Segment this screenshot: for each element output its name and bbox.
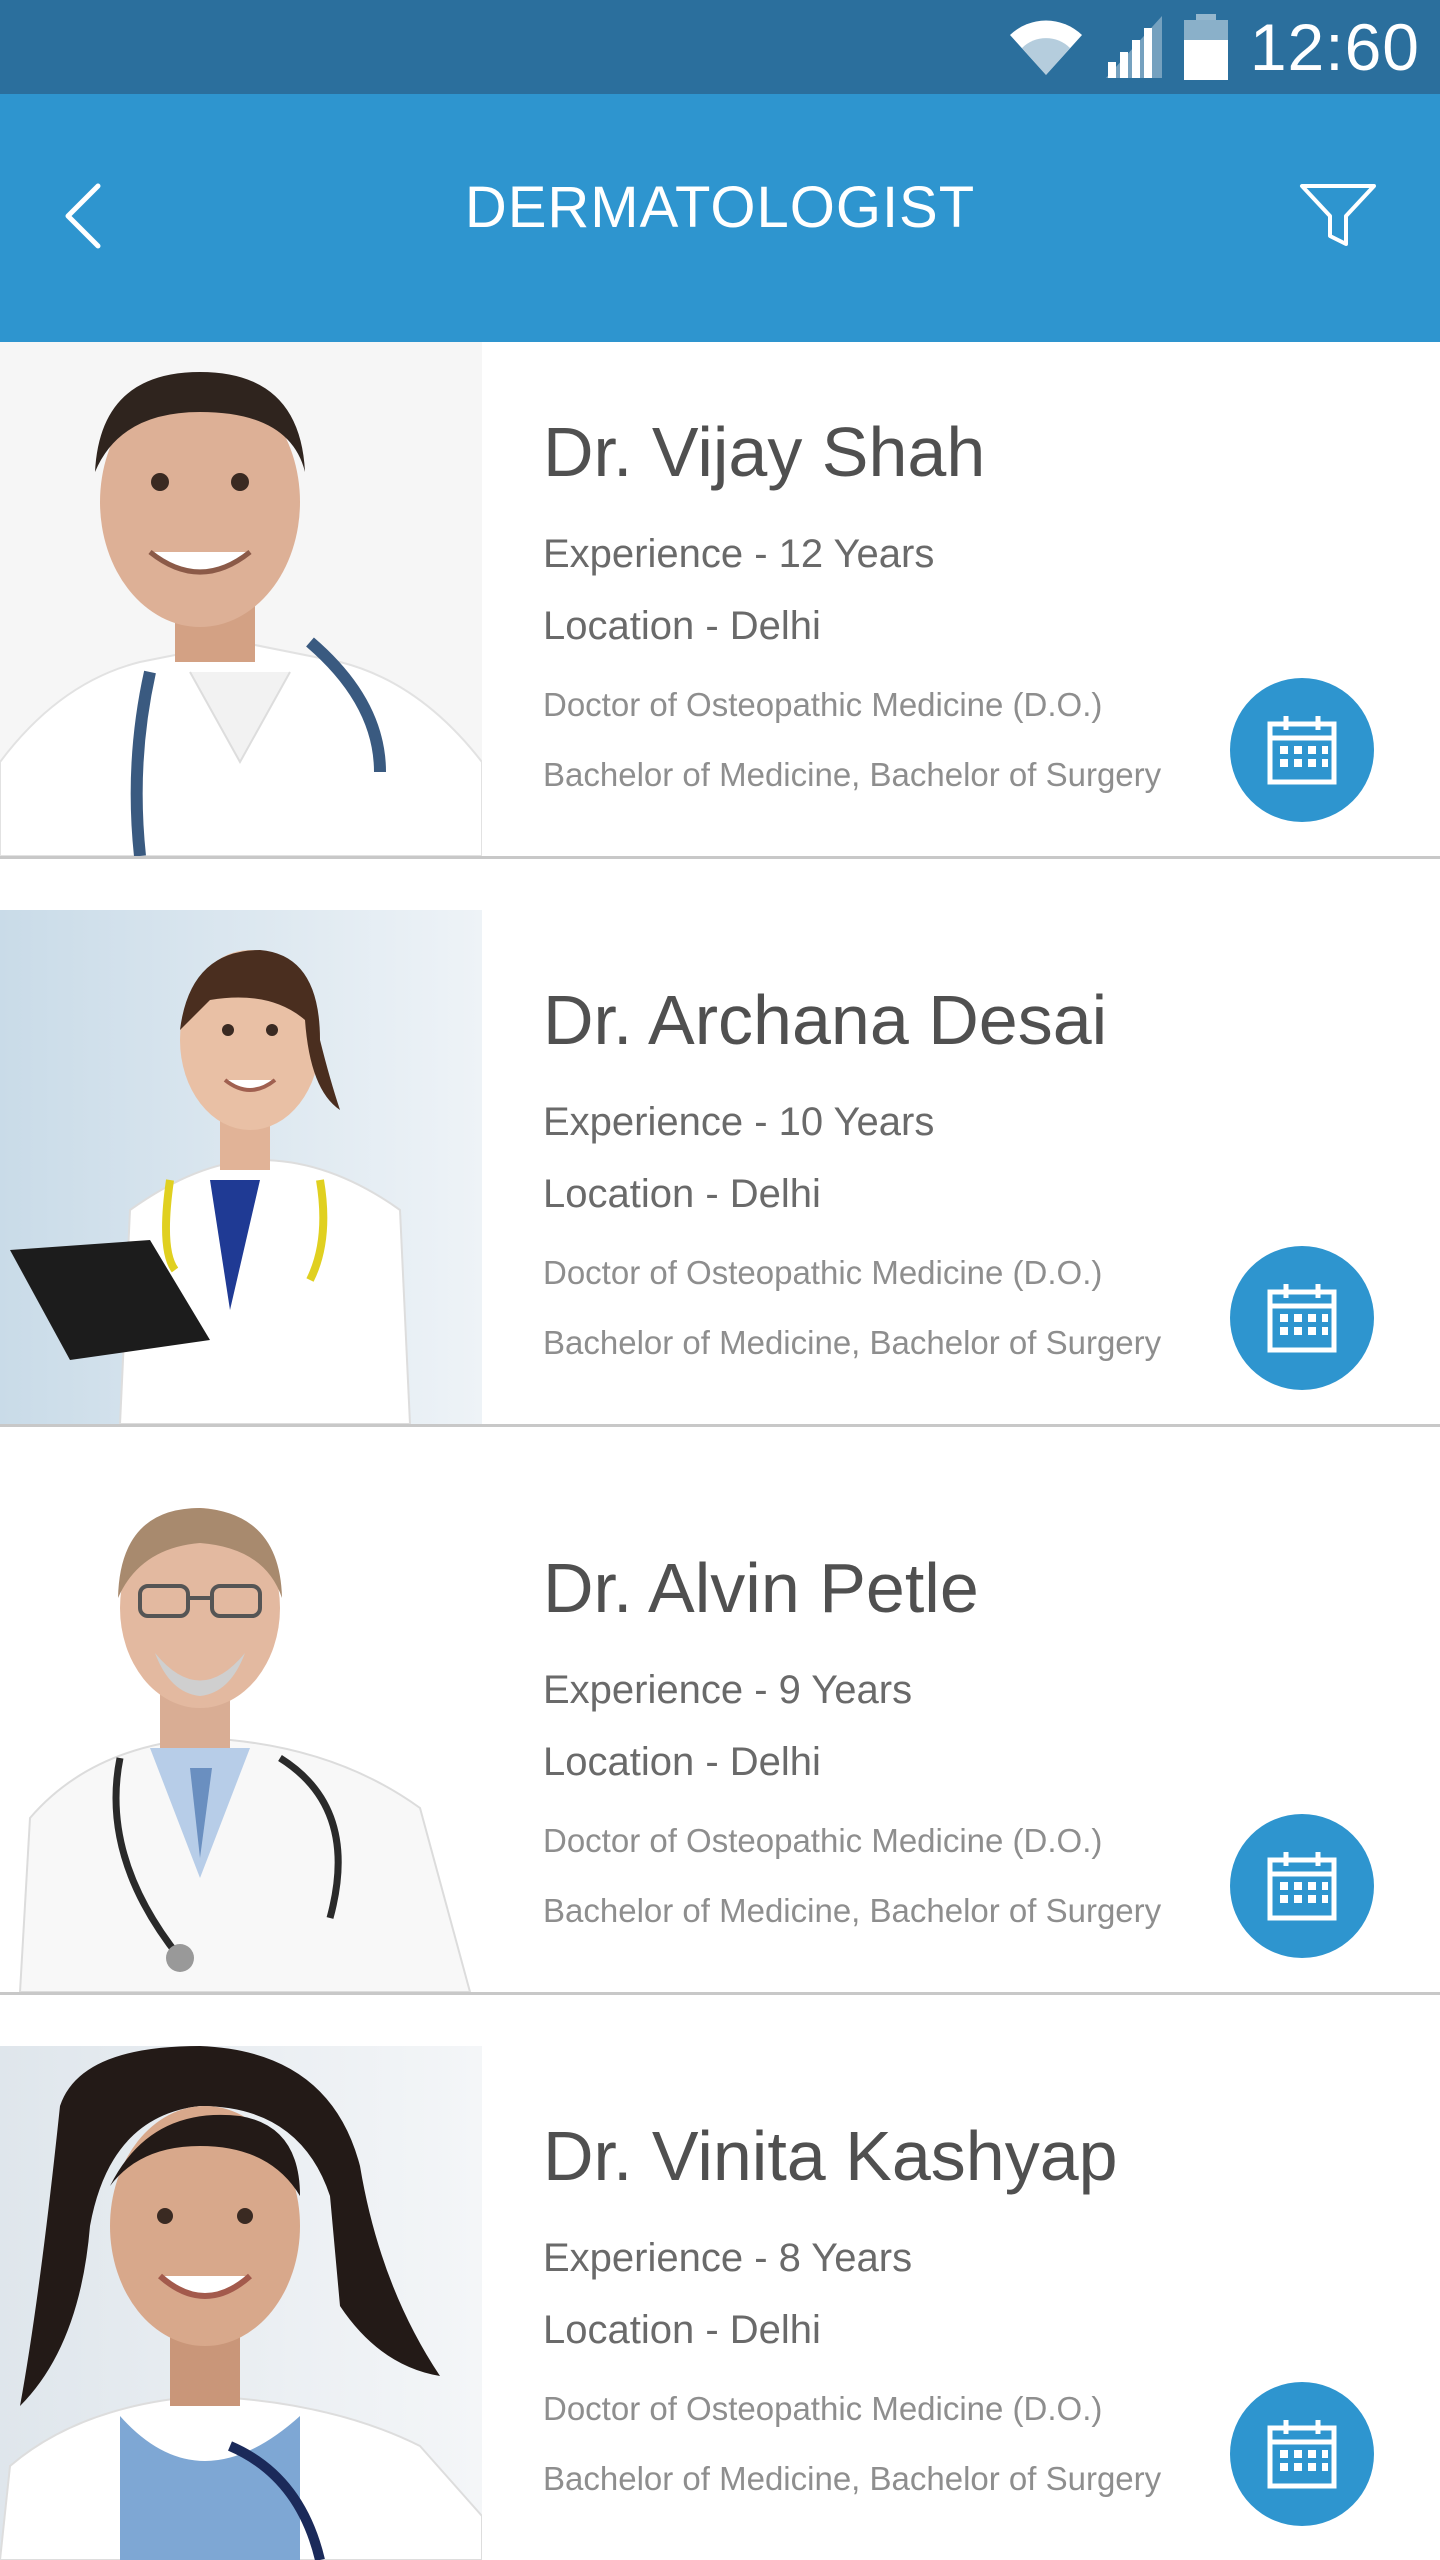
book-appointment-button[interactable]: [1230, 1814, 1374, 1958]
doctor-name: Dr. Alvin Petle: [543, 1549, 979, 1627]
doctor-location: Location - Delhi: [543, 1172, 821, 1216]
doctor-photo: [0, 910, 482, 1424]
filter-button[interactable]: [1298, 180, 1378, 250]
doctor-experience: Experience - 10 Years: [543, 1100, 935, 1144]
doctor-name: Dr. Vinita Kashyap: [543, 2117, 1118, 2195]
calendar-icon: [1267, 1284, 1337, 1353]
doctor-name: Dr. Archana Desai: [543, 981, 1108, 1059]
doctor-list: Dr. Vijay Shah Experience - 12 Years Loc…: [0, 342, 1440, 2560]
status-bar: 12:60: [0, 0, 1440, 94]
doctor-location: Location - Delhi: [543, 1740, 821, 1784]
row-divider: [0, 856, 1440, 859]
calendar-icon: [1267, 1852, 1337, 1921]
doctor-experience: Experience - 12 Years: [543, 532, 935, 576]
book-appointment-button[interactable]: [1230, 678, 1374, 822]
doctor-location: Location - Delhi: [543, 604, 821, 648]
doctor-degree-2: Bachelor of Medicine, Bachelor of Surger…: [543, 1892, 1162, 1929]
doctor-degree-2: Bachelor of Medicine, Bachelor of Surger…: [543, 2460, 1162, 2497]
row-divider: [0, 1424, 1440, 1427]
book-appointment-button[interactable]: [1230, 1246, 1374, 1390]
doctor-photo: [0, 342, 482, 856]
doctor-degree-1: Doctor of Osteopathic Medicine (D.O.): [543, 1254, 1103, 1291]
doctor-degree-1: Doctor of Osteopathic Medicine (D.O.): [543, 1822, 1103, 1859]
doctor-card[interactable]: Dr. Vinita Kashyap Experience - 8 Years …: [0, 2046, 1440, 2560]
doctor-degree-1: Doctor of Osteopathic Medicine (D.O.): [543, 686, 1103, 723]
doctor-name: Dr. Vijay Shah: [543, 413, 986, 491]
app-bar: DERMATOLOGIST: [0, 94, 1440, 342]
doctor-experience: Experience - 9 Years: [543, 1668, 913, 1712]
doctor-card[interactable]: Dr. Archana Desai Experience - 10 Years …: [0, 910, 1440, 1478]
calendar-icon: [1267, 716, 1337, 785]
wifi-icon: [1008, 17, 1084, 77]
book-appointment-button[interactable]: [1230, 2382, 1374, 2526]
doctor-degree-1: Doctor of Osteopathic Medicine (D.O.): [543, 2390, 1103, 2427]
page-title: DERMATOLOGIST: [464, 175, 976, 240]
calendar-icon: [1267, 2420, 1337, 2489]
doctor-experience: Experience - 8 Years: [543, 2236, 913, 2280]
doctor-card[interactable]: Dr. Vijay Shah Experience - 12 Years Loc…: [0, 342, 1440, 910]
battery-icon: [1183, 14, 1228, 80]
doctor-card[interactable]: Dr. Alvin Petle Experience - 9 Years Loc…: [0, 1478, 1440, 2046]
doctor-photo: [0, 2046, 482, 2560]
doctor-photo: [0, 1478, 482, 1992]
signal-icon: [1105, 16, 1162, 78]
doctor-degree-2: Bachelor of Medicine, Bachelor of Surger…: [543, 756, 1162, 793]
doctor-location: Location - Delhi: [543, 2308, 821, 2352]
filter-icon: [1300, 184, 1376, 246]
doctor-degree-2: Bachelor of Medicine, Bachelor of Surger…: [543, 1324, 1162, 1361]
status-time: 12:60: [1249, 10, 1420, 84]
row-divider: [0, 1992, 1440, 1995]
